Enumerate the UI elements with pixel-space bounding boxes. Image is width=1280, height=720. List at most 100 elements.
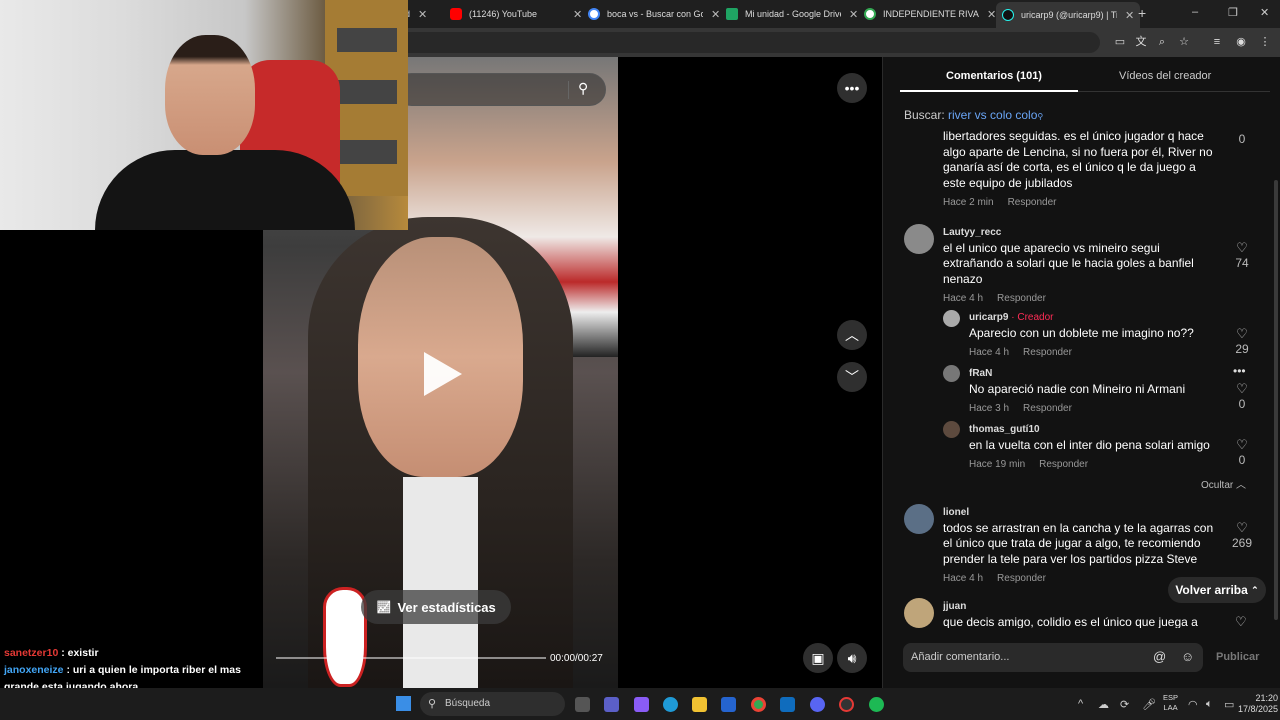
heart-icon[interactable]: ♡	[1227, 381, 1257, 397]
reply-button[interactable]: Responder	[1023, 403, 1072, 414]
search-divider	[568, 81, 569, 99]
comments-scrollbar[interactable]	[1274, 180, 1278, 620]
microphone-icon[interactable]: 🎤︎	[1142, 698, 1156, 711]
outlook-icon[interactable]	[780, 697, 795, 712]
onedrive-icon[interactable]: ☁	[1098, 698, 1109, 711]
previous-video-button[interactable]: ︿	[837, 320, 867, 350]
streamer-webcam	[0, 0, 408, 230]
profile-icon[interactable]: ◉	[1234, 35, 1248, 49]
view-stats-button[interactable]: 📈︎ Ver estadísticas	[361, 590, 511, 624]
task-view-icon[interactable]	[575, 697, 590, 712]
avatar[interactable]	[943, 421, 960, 438]
reply-button[interactable]: Responder	[1023, 347, 1072, 358]
close-tab-icon[interactable]: ✕	[849, 8, 858, 21]
discord-icon[interactable]	[810, 697, 825, 712]
emoji-icon[interactable]: ☺	[1181, 649, 1194, 664]
teams-icon[interactable]	[604, 697, 619, 712]
heart-icon[interactable]: ♡	[1227, 520, 1257, 536]
input-language[interactable]: ESP LAA	[1163, 693, 1178, 713]
hide-replies-button[interactable]: Ocultar ︿	[1201, 476, 1246, 491]
menu-kebab-icon[interactable]: ⋮	[1258, 35, 1272, 49]
restore-icon[interactable]: ❐	[1228, 6, 1238, 19]
search-box[interactable]: ⚲	[395, 73, 606, 106]
edge-icon[interactable]	[663, 697, 678, 712]
zoom-icon[interactable]: ⌕	[1155, 35, 1169, 49]
mention-icon[interactable]: @	[1153, 649, 1166, 664]
like-button[interactable]: ♡ 0	[1227, 381, 1257, 411]
windows-start-icon[interactable]	[396, 696, 411, 711]
new-tab-button[interactable]: +	[1138, 5, 1146, 21]
taskbar-search[interactable]: ⚲ Búsqueda	[420, 692, 565, 716]
close-window-icon[interactable]: ✕	[1260, 6, 1269, 19]
next-video-button[interactable]: ﹀	[837, 362, 867, 392]
back-to-top-button[interactable]: Volver arriba ⌃	[1168, 577, 1266, 603]
minimize-icon[interactable]: –	[1192, 6, 1198, 18]
copilot-icon[interactable]	[634, 697, 649, 712]
comment: jjuan que decis amigo, colidio es el úni…	[943, 599, 1218, 628]
avatar[interactable]	[904, 598, 934, 628]
tab-comments[interactable]: Comentarios (101)	[946, 70, 1042, 82]
avatar[interactable]	[904, 504, 934, 534]
reply-button[interactable]: Responder	[997, 293, 1046, 304]
close-tab-icon[interactable]: ✕	[1125, 9, 1134, 22]
heart-icon[interactable]: ♡	[1227, 437, 1257, 453]
reply-button[interactable]: Responder	[1039, 459, 1088, 470]
sync-icon[interactable]: ⟳	[1120, 698, 1129, 711]
avatar[interactable]	[904, 224, 934, 254]
install-app-icon[interactable]: ▭	[1113, 35, 1127, 49]
close-tab-icon[interactable]: ✕	[418, 8, 427, 21]
comment-more-icon[interactable]: •••	[1233, 364, 1246, 378]
battery-icon[interactable]: ▭	[1224, 698, 1234, 711]
close-tab-icon[interactable]: ✕	[987, 8, 996, 21]
tab-google-search[interactable]: boca vs - Buscar con Google ✕	[582, 3, 726, 25]
wifi-icon[interactable]: ◠	[1188, 698, 1198, 711]
tab-youtube[interactable]: (11246) YouTube ✕	[444, 3, 588, 25]
media-control-icon[interactable]: ≡	[1210, 35, 1224, 49]
bookmark-star-icon[interactable]: ☆	[1177, 35, 1191, 49]
close-tab-icon[interactable]: ✕	[573, 8, 582, 21]
comment-username[interactable]: thomas_gutí10	[969, 422, 1224, 438]
play-icon[interactable]	[424, 352, 462, 396]
tab-tiktok[interactable]: uricarp9 (@uricarp9) | TikTok ✕	[996, 2, 1141, 28]
url-input[interactable]	[330, 32, 1100, 53]
comment-username[interactable]: lionel	[943, 505, 1218, 521]
avatar[interactable]	[943, 365, 960, 382]
like-button[interactable]: ♡ 29	[1227, 326, 1257, 356]
search-icon[interactable]: ⚲	[578, 80, 588, 97]
taskbar-clock[interactable]: 21:20 17/8/2025	[1238, 693, 1278, 715]
picture-in-picture-icon[interactable]: ▣	[803, 643, 833, 673]
tab-independiente[interactable]: INDEPENDIENTE RIVADAVIA ✕	[858, 3, 1002, 25]
comment-text: No apareció nadie con Mineiro ni Armani	[969, 381, 1186, 396]
publish-button[interactable]: Publicar	[1216, 651, 1259, 663]
close-tab-icon[interactable]: ✕	[711, 8, 720, 21]
video-progress-bar[interactable]	[276, 657, 546, 659]
store-icon[interactable]	[721, 697, 736, 712]
heart-icon[interactable]: ♡	[1227, 240, 1257, 256]
add-comment-input[interactable]: Añadir comentario... @ ☺	[903, 643, 1203, 672]
chrome-icon[interactable]	[751, 697, 766, 712]
related-search-query[interactable]: river vs colo colo	[948, 108, 1037, 122]
reply-button[interactable]: Responder	[997, 573, 1046, 584]
file-explorer-icon[interactable]	[692, 697, 707, 712]
like-button[interactable]: ♡ 0	[1227, 437, 1257, 467]
tray-overflow-icon[interactable]: ^	[1078, 698, 1083, 710]
tab-google-drive[interactable]: Mi unidad - Google Drive ✕	[720, 3, 864, 25]
like-button[interactable]: ♡ 74	[1227, 240, 1257, 270]
comment-username[interactable]: Lautyy_recc	[943, 225, 1208, 241]
speaker-icon[interactable]: 🔈︎	[1206, 698, 1213, 711]
comment-username[interactable]: fRaN	[969, 366, 1224, 382]
like-button[interactable]: ♡ 269	[1227, 520, 1257, 550]
reply-button[interactable]: Responder	[1008, 197, 1057, 208]
more-options-icon[interactable]: •••	[837, 73, 867, 103]
tab-creator-videos[interactable]: Vídeos del creador	[1119, 70, 1211, 82]
spotify-icon[interactable]	[869, 697, 884, 712]
heart-icon[interactable]: ♡	[1235, 614, 1247, 630]
heart-icon[interactable]: ♡	[1227, 326, 1257, 342]
obs-icon[interactable]	[839, 697, 854, 712]
volume-icon[interactable]: 🔊︎	[837, 643, 867, 673]
comment-text: que decis amigo, colidio es el único que…	[943, 614, 1198, 629]
comment-username[interactable]: uricarp9 · Creador	[969, 310, 1224, 326]
related-search[interactable]: Buscar: river vs colo colo⚲	[904, 108, 1043, 122]
avatar[interactable]	[943, 310, 960, 327]
translate-icon[interactable]: 文	[1134, 35, 1148, 49]
